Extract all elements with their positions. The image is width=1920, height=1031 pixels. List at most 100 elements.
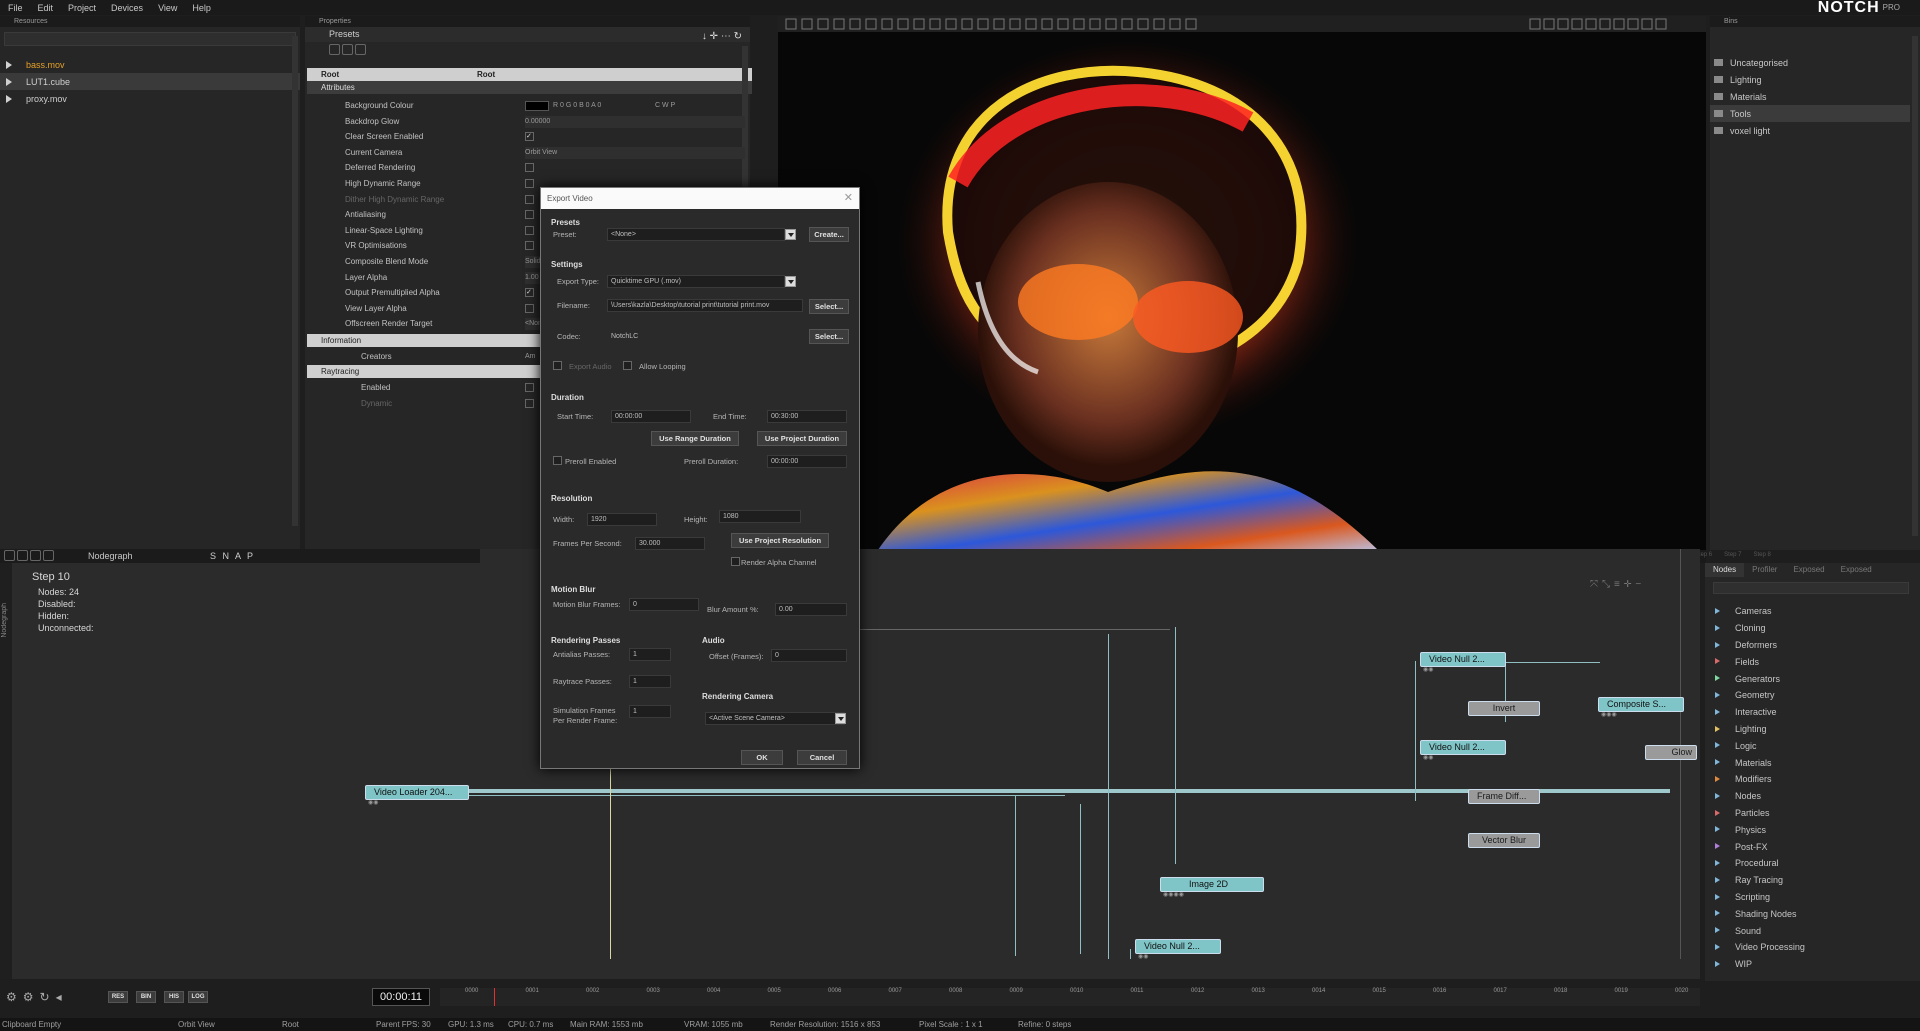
resource-item[interactable]: LUT1.cube bbox=[0, 73, 300, 90]
resource-item[interactable]: bass.mov bbox=[0, 56, 300, 73]
his-button[interactable]: HIS bbox=[164, 991, 184, 1003]
nodegraph-zoom-tools[interactable]: ⤧⤡≡✛− bbox=[1590, 579, 1645, 590]
close-icon[interactable]: ✕ bbox=[844, 191, 853, 204]
bin-item[interactable]: Materials bbox=[1710, 88, 1910, 105]
allow-looping-checkbox[interactable] bbox=[623, 361, 632, 370]
property-checkbox[interactable] bbox=[525, 225, 534, 235]
select-file-button[interactable]: Select... bbox=[809, 299, 849, 314]
node-category[interactable]: Ray Tracing bbox=[1705, 872, 1920, 889]
tab-exposed[interactable]: Exposed bbox=[1785, 563, 1832, 577]
property-checkbox[interactable] bbox=[525, 179, 534, 188]
preroll-duration-field[interactable]: 00:00:00 bbox=[767, 455, 847, 468]
tab-nodes[interactable]: Nodes bbox=[1705, 563, 1745, 577]
bin-item[interactable]: Uncategorised bbox=[1710, 54, 1910, 71]
timeline-tool-icons[interactable]: ⚙⚙↻◂ bbox=[6, 990, 68, 1004]
resources-search-input[interactable] bbox=[4, 32, 296, 46]
use-range-duration-button[interactable]: Use Range Duration bbox=[651, 431, 739, 446]
menu-edit[interactable]: Edit bbox=[38, 3, 54, 13]
property-checkbox[interactable] bbox=[525, 163, 534, 173]
node-category[interactable]: Particles bbox=[1705, 805, 1920, 822]
node-category[interactable]: Cameras bbox=[1705, 603, 1920, 620]
use-project-resolution-button[interactable]: Use Project Resolution bbox=[731, 533, 829, 548]
viewport[interactable] bbox=[778, 16, 1706, 550]
node-category[interactable]: Lighting bbox=[1705, 721, 1920, 738]
nodegraph-side-tab[interactable]: Nodegraph bbox=[1, 603, 8, 638]
property-value[interactable]: Orbit View bbox=[525, 146, 745, 159]
tab-exposed-2[interactable]: Exposed bbox=[1833, 563, 1880, 577]
simulation-frames-field[interactable]: 1 bbox=[629, 705, 671, 718]
menu-devices[interactable]: Devices bbox=[111, 3, 143, 13]
res-button[interactable]: RES bbox=[108, 991, 128, 1003]
snap-toggles[interactable]: S N A P bbox=[210, 551, 255, 561]
node-category[interactable]: Sound bbox=[1705, 922, 1920, 939]
menu-help[interactable]: Help bbox=[192, 3, 211, 13]
preroll-enabled-checkbox[interactable] bbox=[553, 456, 562, 465]
node-image-2d[interactable]: Image 2D ◉◉◉◉ bbox=[1160, 877, 1264, 898]
node-category[interactable]: Cloning bbox=[1705, 620, 1920, 637]
raytrace-passes-field[interactable]: 1 bbox=[629, 675, 671, 688]
select-codec-button[interactable]: Select... bbox=[809, 329, 849, 344]
render-alpha-checkbox[interactable] bbox=[731, 557, 740, 566]
playhead[interactable] bbox=[494, 988, 495, 1006]
chevron-down-icon[interactable] bbox=[835, 713, 846, 724]
width-field[interactable]: 1920 bbox=[587, 513, 657, 526]
bin-item[interactable]: voxel light bbox=[1710, 122, 1910, 139]
attributes-header[interactable]: Attributes bbox=[307, 81, 752, 94]
timecode-display[interactable]: 00:00:11 bbox=[372, 988, 430, 1006]
property-checkbox[interactable] bbox=[525, 241, 534, 251]
antialias-passes-field[interactable]: 1 bbox=[629, 648, 671, 661]
node-video-null-top[interactable]: Video Null 2... ◉◉ bbox=[1420, 652, 1506, 673]
node-vector-blur[interactable]: Vector Blur bbox=[1468, 833, 1540, 848]
node-category[interactable]: WIP bbox=[1705, 956, 1920, 973]
bin-button[interactable]: BIN bbox=[136, 991, 156, 1003]
preset-tools-icons[interactable]: ↓ ✛ ⋯ ↻ bbox=[702, 29, 742, 44]
menu-file[interactable]: File bbox=[8, 3, 23, 13]
node-category[interactable]: Physics bbox=[1705, 821, 1920, 838]
timeline-ruler[interactable]: 0000 0001 0002 0003 0004 0005 0006 0007 0008 0009… bbox=[440, 988, 1700, 1006]
node-category[interactable]: Logic bbox=[1705, 737, 1920, 754]
step-marker[interactable]: Step 8 bbox=[1754, 552, 1771, 561]
start-time-field[interactable]: 00:00:00 bbox=[611, 410, 691, 423]
end-time-field[interactable]: 00:30:00 bbox=[767, 410, 847, 423]
close-icon[interactable] bbox=[355, 44, 366, 55]
node-category[interactable]: Deformers bbox=[1705, 637, 1920, 654]
node-ports[interactable]: ◉◉ bbox=[368, 800, 388, 806]
use-project-duration-button[interactable]: Use Project Duration bbox=[757, 431, 847, 446]
node-category[interactable]: Modifiers bbox=[1705, 771, 1920, 788]
bins-scrollbar[interactable] bbox=[1912, 36, 1918, 536]
node-video-null-bottom[interactable]: Video Null 2... ◉◉ bbox=[1135, 939, 1221, 960]
node-category[interactable]: Procedural bbox=[1705, 855, 1920, 872]
root-row[interactable]: Root Root bbox=[307, 68, 752, 81]
raytracing-dynamic-checkbox[interactable] bbox=[525, 399, 534, 408]
viewport-tool-icons[interactable] bbox=[778, 16, 1706, 32]
node-glow[interactable]: Glow bbox=[1645, 745, 1697, 760]
property-checkbox[interactable] bbox=[525, 194, 534, 204]
property-checkbox[interactable]: ✓ bbox=[525, 132, 534, 142]
ok-button[interactable]: OK bbox=[741, 750, 783, 765]
bin-item[interactable]: Tools bbox=[1710, 105, 1910, 122]
nodegraph-view-icons[interactable] bbox=[4, 550, 56, 563]
menu-view[interactable]: View bbox=[158, 3, 177, 13]
cancel-button[interactable]: Cancel bbox=[797, 750, 847, 765]
node-category[interactable]: Shading Nodes bbox=[1705, 905, 1920, 922]
chevron-down-icon[interactable] bbox=[785, 276, 796, 287]
node-category[interactable]: Interactive bbox=[1705, 704, 1920, 721]
node-category[interactable]: Geometry bbox=[1705, 687, 1920, 704]
node-ports[interactable]: ◉◉ bbox=[1423, 755, 1443, 761]
rendering-camera-select[interactable]: <Active Scene Camera> bbox=[705, 712, 845, 725]
height-field[interactable]: 1080 bbox=[719, 510, 801, 523]
resources-scrollbar[interactable] bbox=[292, 36, 298, 526]
step-marker[interactable]: Step 7 bbox=[1724, 552, 1741, 561]
property-checkbox[interactable]: ✓ bbox=[525, 288, 534, 298]
node-frame-diff[interactable]: Frame Diff... bbox=[1468, 789, 1540, 804]
nodes-search-input[interactable] bbox=[1713, 582, 1909, 594]
export-audio-checkbox[interactable] bbox=[553, 361, 562, 370]
tab-profiler[interactable]: Profiler bbox=[1744, 563, 1785, 577]
fps-field[interactable]: 30.000 bbox=[635, 537, 705, 550]
node-category[interactable]: Post-FX bbox=[1705, 838, 1920, 855]
node-invert[interactable]: Invert bbox=[1468, 701, 1540, 716]
motion-blur-frames-field[interactable]: 0 bbox=[629, 598, 699, 611]
node-ports[interactable]: ◉◉◉◉ bbox=[1163, 892, 1184, 898]
node-video-loader[interactable]: Video Loader 204... ◉◉ bbox=[365, 785, 469, 806]
node-ports[interactable]: ◉◉◉ bbox=[1601, 712, 1621, 718]
